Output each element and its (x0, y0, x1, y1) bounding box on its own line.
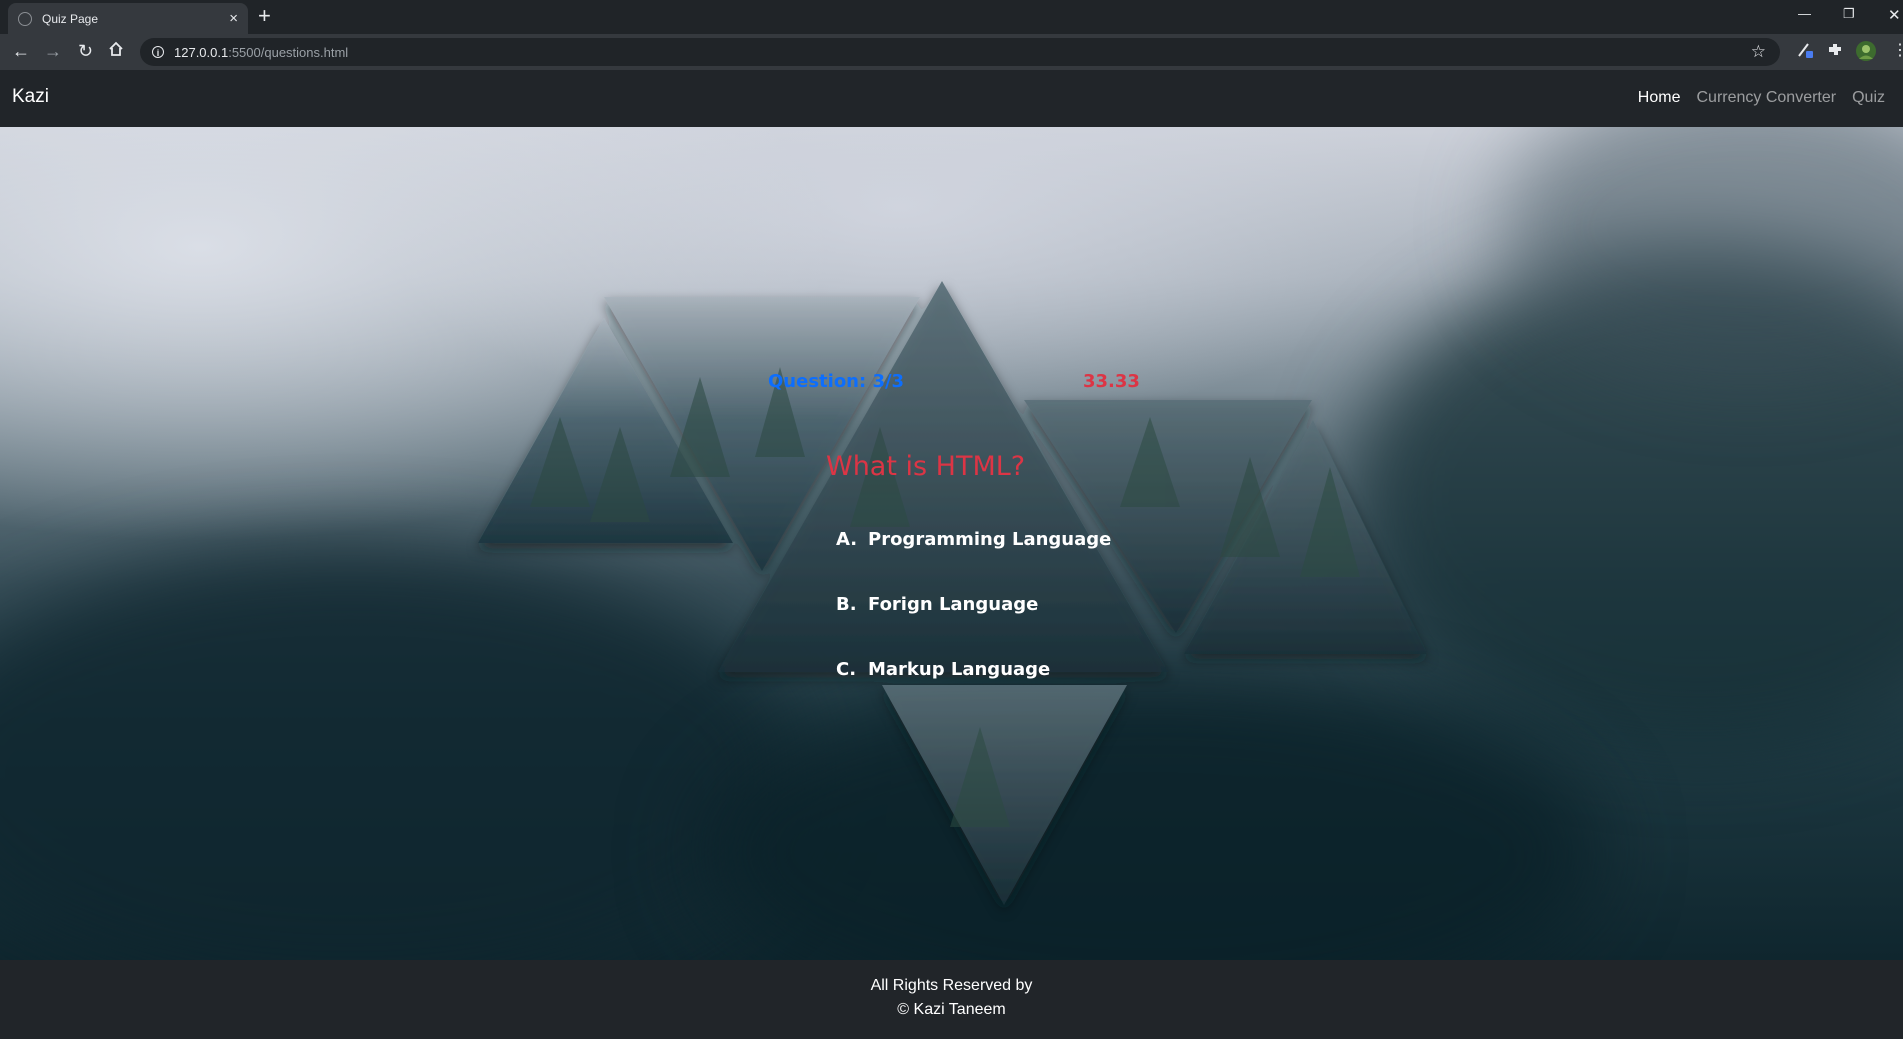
close-icon[interactable]: × (229, 11, 238, 26)
restore-icon[interactable]: ❐ (1843, 6, 1855, 22)
score-display: 33.33 (1083, 371, 1140, 392)
home-icon[interactable] (108, 41, 124, 61)
url-path: :5500/questions.html (228, 44, 349, 60)
new-tab-button[interactable]: + (258, 5, 271, 27)
menu-icon[interactable]: ⋮ (1892, 41, 1903, 61)
site-navbar: Kazi Home Currency Converter Quiz (0, 70, 1903, 127)
option-letter: C. (836, 659, 857, 680)
star-icon[interactable]: ☆ (1751, 42, 1766, 62)
option-letter: B. (836, 594, 857, 615)
extension-icon[interactable] (1796, 41, 1814, 64)
reload-icon[interactable]: ↻ (78, 41, 93, 61)
brand-logo[interactable]: Kazi (12, 86, 49, 108)
back-arrow-icon[interactable]: ← (12, 41, 30, 61)
forward-arrow-icon[interactable]: → (44, 41, 62, 61)
footer-rights: All Rights Reserved by (870, 977, 1033, 994)
info-icon[interactable]: i (152, 46, 164, 58)
option-letter: A. (836, 529, 858, 550)
nav-links: Home Currency Converter Quiz (1638, 89, 1885, 107)
nav-link-currency-converter[interactable]: Currency Converter (1696, 89, 1836, 107)
nav-link-home[interactable]: Home (1638, 89, 1681, 107)
option-text: Markup Language (868, 659, 1051, 680)
question-counter: Question: 3/3 (768, 371, 905, 392)
footer-copyright: © Kazi Taneem (897, 1001, 1006, 1018)
option-text: Programming Language (868, 529, 1112, 550)
close-window-icon[interactable]: ✕ (1888, 6, 1901, 24)
question-text: What is HTML? (826, 451, 1026, 482)
address-bar[interactable]: i 127.0.0.1 :5500/questions.html ☆ (140, 38, 1780, 66)
site-footer: All Rights Reserved by © Kazi Taneem (0, 960, 1903, 1039)
answer-option-c[interactable]: C. Markup Language (836, 659, 1050, 680)
answer-option-b[interactable]: B. Forign Language (836, 594, 1038, 615)
tab-title: Quiz Page (42, 11, 99, 26)
browser-tab[interactable]: Quiz Page × (8, 3, 248, 34)
quiz-hero: Question: 3/3 33.33 What is HTML? A. Prog… (0, 127, 1903, 960)
page: Kazi Home Currency Converter Quiz Questi… (0, 70, 1903, 1039)
browser-toolbar: ← → ↻ i 127.0.0.1 :5500/questions.html ☆… (0, 34, 1903, 70)
url-host: 127.0.0.1 (174, 44, 229, 60)
option-text: Forign Language (868, 594, 1039, 615)
nav-link-quiz[interactable]: Quiz (1852, 89, 1885, 107)
puzzle-icon[interactable] (1826, 41, 1844, 64)
minimize-icon[interactable]: — (1798, 6, 1811, 21)
triangle-bottom-inverted (882, 685, 1127, 905)
browser-tabstrip: Quiz Page × + — ❐ ✕ (0, 0, 1903, 34)
profile-avatar-icon[interactable] (1855, 40, 1877, 67)
answer-option-a[interactable]: A. Programming Language (836, 529, 1111, 550)
globe-icon (18, 11, 32, 26)
